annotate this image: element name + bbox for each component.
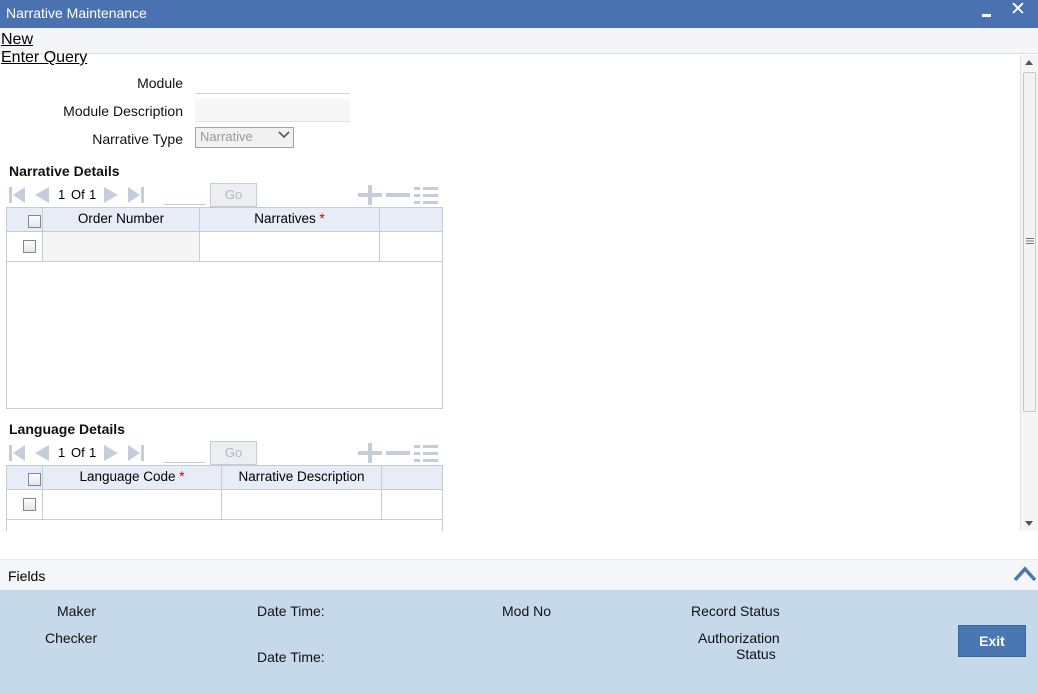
- language-select-all-cell: [7, 466, 43, 490]
- first-page-icon[interactable]: [7, 185, 27, 205]
- title-bar: Narrative Maintenance ✕: [0, 0, 1038, 28]
- narrative-type-label: Narrative Type: [92, 131, 183, 147]
- column-header-order-number[interactable]: Order Number: [43, 208, 200, 232]
- row-select-cell: [7, 232, 43, 261]
- narrative-page-input[interactable]: [164, 183, 206, 205]
- column-header-narratives[interactable]: Narratives *: [200, 208, 380, 232]
- close-icon[interactable]: ✕: [1008, 0, 1028, 22]
- chevron-up-icon[interactable]: [1013, 564, 1037, 584]
- scroll-up-arrow-icon[interactable]: [1025, 60, 1033, 65]
- narrative-description-cell[interactable]: [222, 490, 382, 519]
- language-page-input[interactable]: [164, 441, 206, 463]
- language-details-navbar: 1 Of 1 Go: [7, 441, 443, 465]
- fields-label: Fields: [8, 568, 46, 584]
- module-label: Module: [137, 75, 183, 91]
- row-select-checkbox[interactable]: [23, 498, 36, 511]
- narratives-header-label: Narratives: [254, 211, 316, 226]
- narrative-page-of: Of: [71, 187, 85, 202]
- window-title: Narrative Maintenance: [6, 5, 147, 21]
- record-status-label: Record Status: [691, 603, 780, 619]
- mod-no-label: Mod No: [502, 603, 552, 619]
- narrative-select-all-checkbox[interactable]: [28, 215, 41, 228]
- column-header-language-code[interactable]: Language Code *: [43, 466, 222, 490]
- narrative-description-header-label: Narrative Description: [238, 469, 365, 484]
- language-code-cell[interactable]: [43, 490, 222, 519]
- order-number-cell: [43, 232, 200, 261]
- add-row-icon[interactable]: [357, 443, 383, 463]
- language-grid-header: Language Code * Narrative Description: [7, 466, 442, 490]
- checker-label: Checker: [45, 630, 98, 646]
- authorization-status-label: Status: [736, 646, 776, 662]
- module-description-field: [195, 99, 350, 122]
- grip-icon: [1026, 238, 1034, 244]
- authorization-label: Authorization: [698, 630, 780, 646]
- table-row: [7, 490, 442, 520]
- minimize-icon[interactable]: [980, 3, 994, 23]
- language-code-header-label: Language Code: [79, 469, 176, 484]
- language-page-of: Of: [71, 445, 85, 460]
- last-page-icon[interactable]: [126, 443, 146, 463]
- required-marker: *: [319, 211, 325, 226]
- row-select-cell: [7, 490, 43, 519]
- next-page-icon[interactable]: [102, 443, 122, 463]
- previous-page-icon[interactable]: [31, 443, 51, 463]
- delete-row-icon[interactable]: [385, 443, 411, 463]
- maker-label: Maker: [57, 603, 96, 619]
- audit-panel: Maker Checker Date Time: Date Time: Mod …: [0, 590, 1038, 693]
- language-page-total: 1: [89, 445, 97, 460]
- narrative-grid-header: Order Number Narratives *: [7, 208, 442, 232]
- scroll-down-arrow-icon[interactable]: [1025, 521, 1033, 526]
- narrative-details-navbar: 1 Of 1 Go: [7, 183, 443, 207]
- checker-date-time-label: Date Time:: [257, 649, 325, 665]
- language-go-button[interactable]: Go: [210, 441, 257, 465]
- narrative-details-grid: Order Number Narratives *: [6, 207, 443, 409]
- order-number-header-label: Order Number: [77, 211, 165, 226]
- narrative-details-title: Narrative Details: [9, 163, 120, 179]
- language-details-grid: Language Code * Narrative Description: [6, 465, 443, 531]
- new-link[interactable]: New: [1, 31, 33, 49]
- table-row: [7, 232, 442, 262]
- chevron-down-icon: [278, 131, 290, 139]
- narrative-type-select[interactable]: Narrative: [195, 127, 294, 148]
- narratives-cell[interactable]: [200, 232, 380, 261]
- single-view-icon[interactable]: [413, 185, 439, 205]
- exit-button[interactable]: Exit: [958, 625, 1026, 657]
- toolbar: [0, 28, 1038, 54]
- scrollbar-thumb[interactable]: [1023, 72, 1036, 412]
- fields-bar: Fields: [0, 559, 1038, 590]
- last-page-icon[interactable]: [126, 185, 146, 205]
- delete-row-icon[interactable]: [385, 185, 411, 205]
- language-page-current: 1: [58, 445, 66, 460]
- column-header-narrative-description[interactable]: Narrative Description: [222, 466, 382, 490]
- row-select-checkbox[interactable]: [23, 240, 36, 253]
- narrative-go-button[interactable]: Go: [210, 183, 257, 207]
- add-row-icon[interactable]: [357, 185, 383, 205]
- required-marker: *: [179, 469, 185, 484]
- vertical-scrollbar[interactable]: [1020, 55, 1038, 531]
- narrative-select-all-cell: [7, 208, 43, 232]
- module-description-label: Module Description: [63, 103, 183, 119]
- previous-page-icon[interactable]: [31, 185, 51, 205]
- narrative-page-current: 1: [58, 187, 66, 202]
- language-details-title: Language Details: [9, 421, 125, 437]
- enter-query-link[interactable]: Enter Query: [1, 49, 87, 67]
- next-page-icon[interactable]: [102, 185, 122, 205]
- module-input[interactable]: [195, 72, 350, 94]
- first-page-icon[interactable]: [7, 443, 27, 463]
- language-select-all-checkbox[interactable]: [28, 473, 41, 486]
- maker-date-time-label: Date Time:: [257, 603, 325, 619]
- narrative-page-total: 1: [89, 187, 97, 202]
- narrative-type-value: Narrative: [200, 129, 253, 144]
- single-view-icon[interactable]: [413, 443, 439, 463]
